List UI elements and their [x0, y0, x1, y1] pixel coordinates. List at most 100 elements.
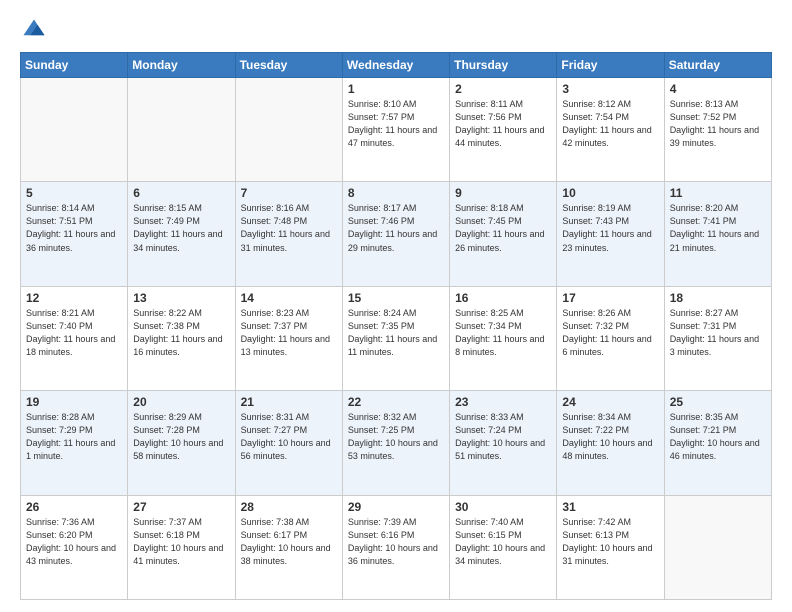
day-number: 4: [670, 82, 766, 96]
day-info: Sunrise: 8:32 AM Sunset: 7:25 PM Dayligh…: [348, 411, 444, 463]
calendar-cell: 20 Sunrise: 8:29 AM Sunset: 7:28 PM Dayli…: [128, 391, 235, 495]
header: [20, 16, 772, 44]
day-info: Sunrise: 8:35 AM Sunset: 7:21 PM Dayligh…: [670, 411, 766, 463]
calendar-cell: 26 Sunrise: 7:36 AM Sunset: 6:20 PM Dayli…: [21, 495, 128, 599]
day-info: Sunrise: 8:21 AM Sunset: 7:40 PM Dayligh…: [26, 307, 122, 359]
day-info: Sunrise: 8:12 AM Sunset: 7:54 PM Dayligh…: [562, 98, 658, 150]
calendar-cell: 4 Sunrise: 8:13 AM Sunset: 7:52 PM Daylig…: [664, 78, 771, 182]
calendar-week-3: 12Sunrise: 8:21 AM Sunset: 7:40 PM Dayli…: [21, 286, 772, 390]
day-number: 26: [26, 500, 122, 514]
calendar-header-friday: Friday: [557, 53, 664, 78]
calendar-header-tuesday: Tuesday: [235, 53, 342, 78]
calendar-header-thursday: Thursday: [450, 53, 557, 78]
day-number: 13: [133, 291, 229, 305]
calendar-week-5: 26 Sunrise: 7:36 AM Sunset: 6:20 PM Dayli…: [21, 495, 772, 599]
calendar-cell: 18Sunrise: 8:27 AM Sunset: 7:31 PM Dayli…: [664, 286, 771, 390]
calendar-cell: 1 Sunrise: 8:10 AM Sunset: 7:57 PM Daylig…: [342, 78, 449, 182]
logo: [20, 16, 52, 44]
calendar-cell: 25 Sunrise: 8:35 AM Sunset: 7:21 PM Dayli…: [664, 391, 771, 495]
calendar-week-2: 5 Sunrise: 8:14 AM Sunset: 7:51 PM Daylig…: [21, 182, 772, 286]
day-number: 31: [562, 500, 658, 514]
day-number: 15: [348, 291, 444, 305]
calendar-cell: 14 Sunrise: 8:23 AM Sunset: 7:37 PM Dayli…: [235, 286, 342, 390]
day-number: 1: [348, 82, 444, 96]
calendar-header-row: SundayMondayTuesdayWednesdayThursdayFrid…: [21, 53, 772, 78]
day-info: Sunrise: 8:29 AM Sunset: 7:28 PM Dayligh…: [133, 411, 229, 463]
calendar-cell: 19 Sunrise: 8:28 AM Sunset: 7:29 PM Dayli…: [21, 391, 128, 495]
day-number: 30: [455, 500, 551, 514]
day-info: Sunrise: 7:42 AM Sunset: 6:13 PM Dayligh…: [562, 516, 658, 568]
day-info: Sunrise: 8:18 AM Sunset: 7:45 PM Dayligh…: [455, 202, 551, 254]
calendar-cell: 24 Sunrise: 8:34 AM Sunset: 7:22 PM Dayli…: [557, 391, 664, 495]
calendar-cell: 12Sunrise: 8:21 AM Sunset: 7:40 PM Dayli…: [21, 286, 128, 390]
day-info: Sunrise: 8:10 AM Sunset: 7:57 PM Dayligh…: [348, 98, 444, 150]
calendar-cell: 31 Sunrise: 7:42 AM Sunset: 6:13 PM Dayli…: [557, 495, 664, 599]
calendar-cell: 27Sunrise: 7:37 AM Sunset: 6:18 PM Dayli…: [128, 495, 235, 599]
day-info: Sunrise: 8:24 AM Sunset: 7:35 PM Dayligh…: [348, 307, 444, 359]
calendar-cell: 7Sunrise: 8:16 AM Sunset: 7:48 PM Daylig…: [235, 182, 342, 286]
day-number: 21: [241, 395, 337, 409]
day-number: 22: [348, 395, 444, 409]
calendar-header-sunday: Sunday: [21, 53, 128, 78]
day-number: 18: [670, 291, 766, 305]
day-info: Sunrise: 8:23 AM Sunset: 7:37 PM Dayligh…: [241, 307, 337, 359]
calendar-cell: 2 Sunrise: 8:11 AM Sunset: 7:56 PM Daylig…: [450, 78, 557, 182]
logo-icon: [20, 16, 48, 44]
calendar-header-monday: Monday: [128, 53, 235, 78]
calendar-cell: 21 Sunrise: 8:31 AM Sunset: 7:27 PM Dayli…: [235, 391, 342, 495]
calendar-header-wednesday: Wednesday: [342, 53, 449, 78]
calendar-cell: 5 Sunrise: 8:14 AM Sunset: 7:51 PM Daylig…: [21, 182, 128, 286]
day-info: Sunrise: 8:22 AM Sunset: 7:38 PM Dayligh…: [133, 307, 229, 359]
calendar-cell: [21, 78, 128, 182]
day-info: Sunrise: 8:25 AM Sunset: 7:34 PM Dayligh…: [455, 307, 551, 359]
day-info: Sunrise: 8:34 AM Sunset: 7:22 PM Dayligh…: [562, 411, 658, 463]
calendar-cell: 28 Sunrise: 7:38 AM Sunset: 6:17 PM Dayli…: [235, 495, 342, 599]
calendar-cell: [128, 78, 235, 182]
day-info: Sunrise: 8:28 AM Sunset: 7:29 PM Dayligh…: [26, 411, 122, 463]
day-number: 2: [455, 82, 551, 96]
day-number: 19: [26, 395, 122, 409]
day-number: 20: [133, 395, 229, 409]
day-info: Sunrise: 8:31 AM Sunset: 7:27 PM Dayligh…: [241, 411, 337, 463]
day-info: Sunrise: 7:36 AM Sunset: 6:20 PM Dayligh…: [26, 516, 122, 568]
day-number: 6: [133, 186, 229, 200]
calendar-table: SundayMondayTuesdayWednesdayThursdayFrid…: [20, 52, 772, 600]
day-info: Sunrise: 8:26 AM Sunset: 7:32 PM Dayligh…: [562, 307, 658, 359]
day-number: 5: [26, 186, 122, 200]
calendar-cell: [235, 78, 342, 182]
day-number: 28: [241, 500, 337, 514]
day-number: 27: [133, 500, 229, 514]
calendar-cell: 30 Sunrise: 7:40 AM Sunset: 6:15 PM Dayli…: [450, 495, 557, 599]
page: SundayMondayTuesdayWednesdayThursdayFrid…: [0, 0, 792, 612]
calendar-cell: 13 Sunrise: 8:22 AM Sunset: 7:38 PM Dayli…: [128, 286, 235, 390]
day-number: 23: [455, 395, 551, 409]
day-number: 11: [670, 186, 766, 200]
day-number: 9: [455, 186, 551, 200]
day-number: 24: [562, 395, 658, 409]
calendar-cell: 8Sunrise: 8:17 AM Sunset: 7:46 PM Daylig…: [342, 182, 449, 286]
day-info: Sunrise: 8:11 AM Sunset: 7:56 PM Dayligh…: [455, 98, 551, 150]
day-number: 14: [241, 291, 337, 305]
calendar-cell: 3 Sunrise: 8:12 AM Sunset: 7:54 PM Daylig…: [557, 78, 664, 182]
calendar-cell: 15 Sunrise: 8:24 AM Sunset: 7:35 PM Dayli…: [342, 286, 449, 390]
day-info: Sunrise: 8:20 AM Sunset: 7:41 PM Dayligh…: [670, 202, 766, 254]
day-number: 16: [455, 291, 551, 305]
calendar-cell: 6 Sunrise: 8:15 AM Sunset: 7:49 PM Daylig…: [128, 182, 235, 286]
calendar-cell: 23Sunrise: 8:33 AM Sunset: 7:24 PM Dayli…: [450, 391, 557, 495]
day-number: 29: [348, 500, 444, 514]
day-info: Sunrise: 7:40 AM Sunset: 6:15 PM Dayligh…: [455, 516, 551, 568]
day-info: Sunrise: 8:13 AM Sunset: 7:52 PM Dayligh…: [670, 98, 766, 150]
calendar-cell: 17 Sunrise: 8:26 AM Sunset: 7:32 PM Dayli…: [557, 286, 664, 390]
calendar-header-saturday: Saturday: [664, 53, 771, 78]
day-info: Sunrise: 8:16 AM Sunset: 7:48 PM Dayligh…: [241, 202, 337, 254]
day-number: 3: [562, 82, 658, 96]
calendar-cell: 16 Sunrise: 8:25 AM Sunset: 7:34 PM Dayli…: [450, 286, 557, 390]
calendar-cell: 10Sunrise: 8:19 AM Sunset: 7:43 PM Dayli…: [557, 182, 664, 286]
calendar-cell: [664, 495, 771, 599]
day-info: Sunrise: 8:15 AM Sunset: 7:49 PM Dayligh…: [133, 202, 229, 254]
day-number: 8: [348, 186, 444, 200]
day-number: 25: [670, 395, 766, 409]
day-info: Sunrise: 8:14 AM Sunset: 7:51 PM Dayligh…: [26, 202, 122, 254]
day-number: 17: [562, 291, 658, 305]
day-info: Sunrise: 7:38 AM Sunset: 6:17 PM Dayligh…: [241, 516, 337, 568]
